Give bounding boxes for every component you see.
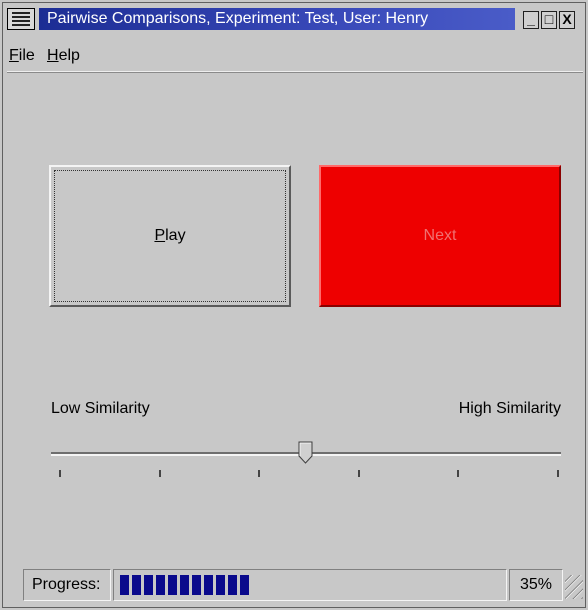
slider-thumb[interactable] [298, 441, 314, 465]
maximize-button[interactable]: □ [541, 11, 557, 29]
slider-tick [258, 470, 261, 477]
progress-block [228, 575, 237, 595]
menu-file[interactable]: File [9, 47, 35, 65]
menu-bar: File Help [7, 41, 583, 72]
slider-tick [457, 470, 460, 477]
slider-tick [158, 470, 161, 477]
progress-block [132, 575, 141, 595]
title-bar[interactable]: Pairwise Comparisons, Experiment: Test, … [3, 3, 585, 33]
high-similarity-label: High Similarity [458, 400, 561, 417]
menu-help-label: elp [58, 47, 80, 64]
progress-block [156, 575, 165, 595]
progress-block [204, 575, 213, 595]
status-bar: Progress: 35% [3, 569, 585, 603]
progress-label: Progress: [23, 569, 111, 601]
focus-outline [54, 170, 286, 302]
main-panel: Play Next Low Similarity High Similarity [11, 75, 581, 565]
progress-fill [120, 575, 249, 595]
window-menu-icon[interactable] [7, 8, 35, 30]
next-button-label: Next [423, 227, 457, 244]
slider-tick [59, 470, 61, 477]
play-button[interactable]: Play [49, 165, 291, 307]
progress-block [168, 575, 177, 595]
close-button[interactable]: X [559, 11, 575, 29]
progress-block [144, 575, 153, 595]
progress-block [120, 575, 129, 595]
slider-tick [357, 470, 360, 477]
progress-block [240, 575, 249, 595]
menu-help-mnemonic: H [47, 47, 59, 64]
window-title: Pairwise Comparisons, Experiment: Test, … [47, 10, 429, 27]
progress-block [216, 575, 225, 595]
progress-percent: 35% [509, 569, 563, 601]
menu-help[interactable]: Help [47, 47, 80, 65]
app-window: Pairwise Comparisons, Experiment: Test, … [2, 2, 586, 608]
minimize-button[interactable]: _ [523, 11, 539, 29]
progress-block [180, 575, 189, 595]
menu-file-label: ile [18, 47, 35, 64]
resize-grip[interactable] [565, 575, 583, 599]
slider-tick [557, 470, 559, 477]
low-similarity-label: Low Similarity [51, 400, 150, 417]
progress-bar [113, 569, 507, 601]
next-button[interactable]: Next [319, 165, 561, 307]
progress-block [192, 575, 201, 595]
menu-file-mnemonic: F [9, 47, 19, 64]
